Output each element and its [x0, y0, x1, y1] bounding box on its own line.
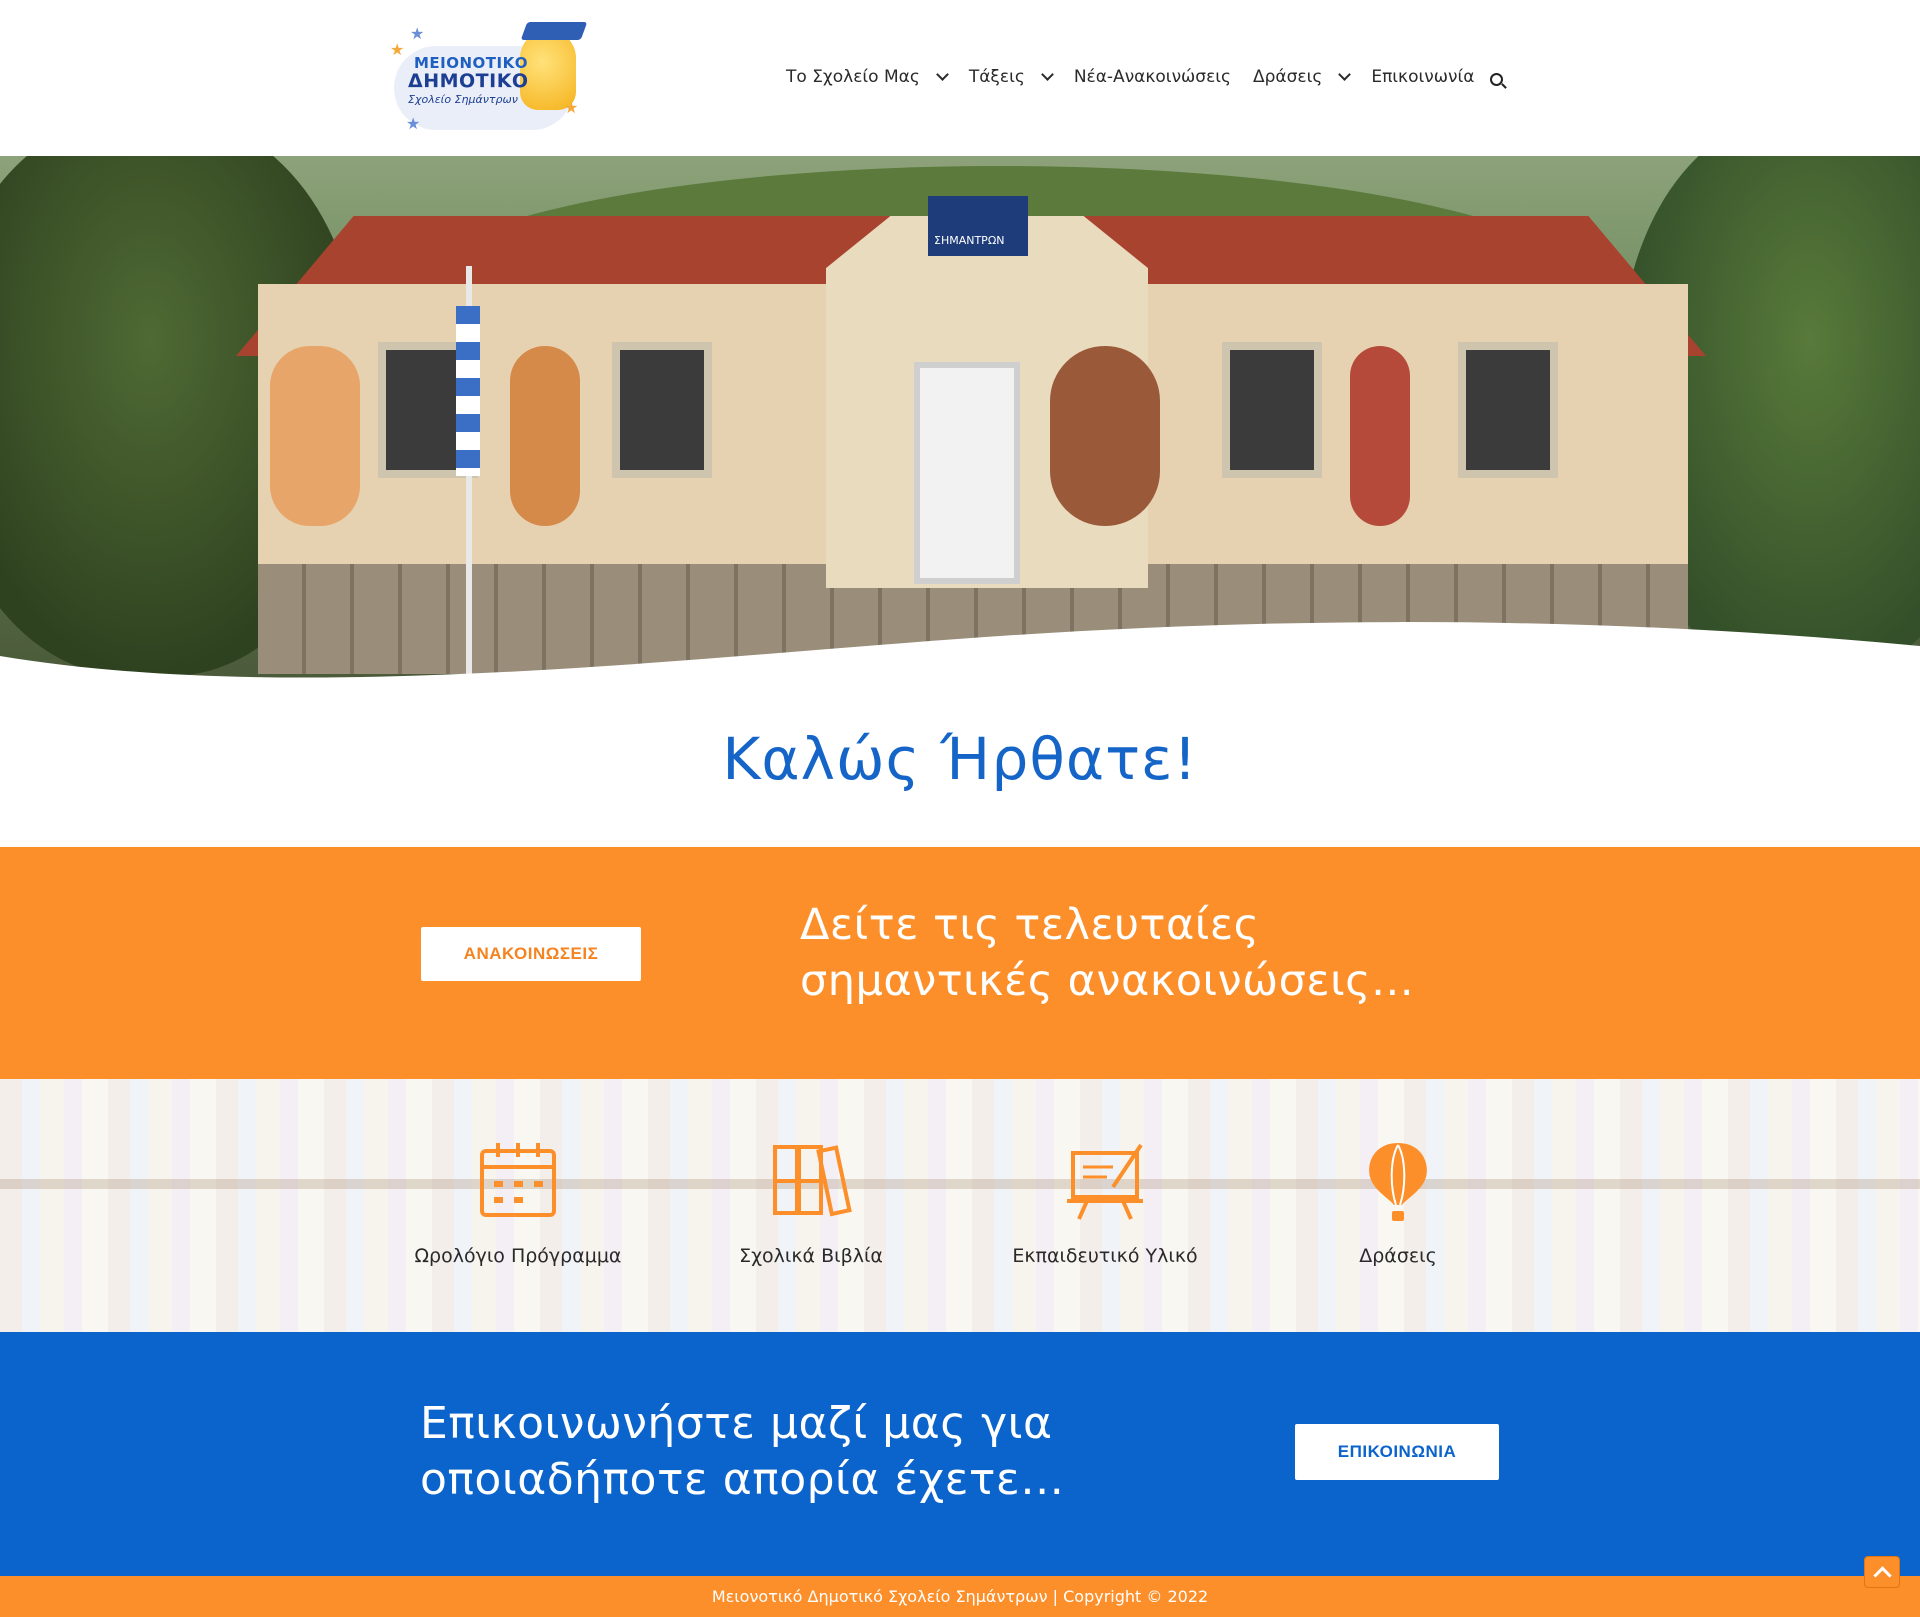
quick-links-section: Ωρολόγιο Πρόγραμμα Σχολικά Βιβλία Εκπαιδ…: [0, 1079, 1920, 1332]
site-header: ★ ★ ★ ★ ΜΕΙΟΝΟΤΙΚΟ ΔΗΜΟΤΙΚΟ Σχολείο Σημά…: [0, 0, 1920, 156]
school-window: [1458, 342, 1558, 478]
mural-balloon: [270, 346, 360, 526]
school-window: [612, 342, 712, 478]
school-window: [1222, 342, 1322, 478]
nav-item-news[interactable]: Νέα-Ανακοινώσεις: [1074, 67, 1231, 87]
school-sign-text: ΣΗΜΑΝΤΡΩΝ: [934, 234, 1005, 247]
main-nav: Το Σχολείο Μας Τάξεις Νέα-Ανακοινώσεις Δ…: [786, 62, 1504, 92]
mural-tree: [1050, 346, 1160, 526]
chevron-down-icon: [935, 68, 949, 81]
search-icon[interactable]: [1490, 72, 1504, 86]
quick-link-timetable[interactable]: Ωρολόγιο Πρόγραμμα: [388, 1139, 648, 1267]
quick-link-educational-material[interactable]: Εκπαιδευτικό Υλικό: [975, 1139, 1235, 1267]
welcome-section: Καλώς Ήρθατε!: [0, 686, 1920, 847]
quick-link-label: Εκπαιδευτικό Υλικό: [1012, 1245, 1198, 1267]
scroll-to-top-button[interactable]: [1864, 1556, 1900, 1588]
hero-school-photo: ΣΗΜΑΝΤΡΩΝ: [0, 156, 1920, 686]
chevron-down-icon: [1040, 68, 1054, 81]
welcome-title: Καλώς Ήρθατε!: [722, 724, 1198, 793]
announcements-text: Δείτε τις τελευταίες σημαντικές ανακοινώ…: [800, 900, 1415, 1006]
contact-text: Επικοινωνήστε μαζί μας για οποιαδήποτε α…: [420, 1398, 1065, 1505]
nav-item-contact[interactable]: Επικοινωνία: [1371, 67, 1474, 87]
nav-item-label: Νέα-Ανακοινώσεις: [1073, 67, 1231, 87]
contact-band: Επικοινωνήστε μαζί μας για οποιαδήποτε α…: [0, 1332, 1920, 1576]
star-icon: ★: [564, 98, 579, 117]
quick-link-activities[interactable]: Δράσεις: [1268, 1139, 1528, 1267]
footer-copyright: Μειονοτικό Δημοτικό Σχολείο Σημάντρων | …: [711, 1587, 1209, 1606]
announcements-band: ΑΝΑΚΟΙΝΩΣΕΙΣ Δείτε τις τελευταίες σημαντ…: [0, 847, 1920, 1079]
logo-text-line2: ΔΗΜΟΤΙΚΟ: [408, 70, 529, 92]
quick-link-school-books[interactable]: Σχολικά Βιβλία: [681, 1139, 941, 1267]
logo-text-line3: Σχολείο Σημάντρων: [408, 93, 518, 106]
school-door: [914, 362, 1020, 584]
quick-link-label: Ωρολόγιο Πρόγραμμα: [414, 1245, 622, 1267]
presentation-board-icon: [1067, 1143, 1143, 1220]
nav-item-label: Τάξεις: [968, 67, 1025, 87]
school-logo[interactable]: ★ ★ ★ ★ ΜΕΙΟΝΟΤΙΚΟ ΔΗΜΟΤΙΚΟ Σχολείο Σημά…: [386, 18, 588, 136]
nav-item-label: Επικοινωνία: [1371, 67, 1475, 87]
chevron-down-icon: [1338, 68, 1352, 81]
nav-item-our-school[interactable]: Το Σχολείο Μας: [786, 67, 949, 87]
nav-item-label: Δράσεις: [1253, 67, 1323, 87]
calendar-icon: [480, 1143, 556, 1217]
mural-pencil: [510, 346, 580, 526]
announcements-button[interactable]: ΑΝΑΚΟΙΝΩΣΕΙΣ: [421, 927, 641, 981]
site-footer: Μειονοτικό Δημοτικό Σχολείο Σημάντρων | …: [0, 1576, 1920, 1617]
contact-button[interactable]: ΕΠΙΚΟΙΝΩΝΙΑ: [1295, 1424, 1499, 1480]
greek-flag: [456, 306, 480, 476]
graduation-cap-icon: [520, 22, 588, 40]
star-icon: ★: [406, 114, 421, 133]
nav-item-activities[interactable]: Δράσεις: [1253, 67, 1352, 87]
school-sign: ΣΗΜΑΝΤΡΩΝ: [928, 196, 1028, 256]
nav-item-classes[interactable]: Τάξεις: [968, 67, 1054, 87]
nav-item-label: Το Σχολείο Μας: [786, 67, 920, 87]
quick-link-label: Δράσεις: [1359, 1245, 1437, 1267]
star-icon: ★: [390, 40, 405, 59]
quick-link-label: Σχολικά Βιβλία: [739, 1245, 883, 1267]
books-icon: [773, 1145, 852, 1217]
hot-air-balloon-icon: [1369, 1143, 1427, 1221]
star-icon: ★: [410, 24, 425, 43]
hero-wave-divider: [0, 622, 1920, 686]
mural-feather: [1350, 346, 1410, 526]
